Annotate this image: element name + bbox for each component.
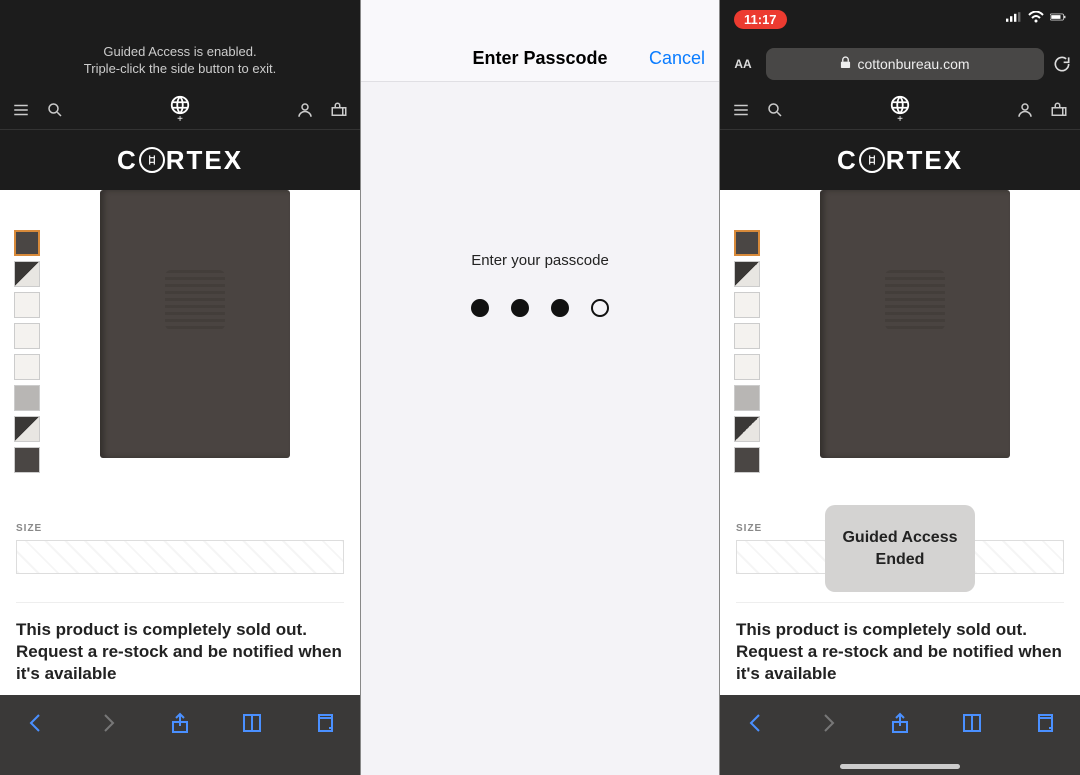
passcode-dots	[471, 299, 609, 317]
product-image-notebook[interactable]	[820, 190, 1010, 458]
safari-toolbar	[0, 695, 360, 775]
share-icon[interactable]	[168, 711, 192, 735]
thumbnail-5[interactable]	[14, 354, 40, 380]
brain-circle-icon	[139, 147, 165, 173]
passcode-dot-1	[471, 299, 489, 317]
lock-icon	[840, 56, 851, 72]
banner-line1: Guided Access is enabled.	[103, 44, 256, 61]
recording-time-pill[interactable]: 11:17	[734, 10, 787, 29]
passcode-dot-3	[551, 299, 569, 317]
product-image-notebook[interactable]	[100, 190, 290, 458]
cart-icon[interactable]	[1050, 101, 1068, 119]
account-icon[interactable]	[296, 101, 314, 119]
site-nav-bar: +	[720, 90, 1080, 130]
section-divider	[736, 602, 1064, 603]
thumbnail-8[interactable]	[734, 447, 760, 473]
thumbnail-2[interactable]	[734, 261, 760, 287]
account-icon[interactable]	[1016, 101, 1034, 119]
site-nav-bar: +	[0, 90, 360, 130]
thumbnail-1[interactable]	[14, 230, 40, 256]
plus-icon: +	[897, 114, 903, 125]
size-section-label: SIZE	[0, 523, 360, 534]
banner-line2: Triple-click the side button to exit.	[84, 61, 276, 78]
thumbnail-7[interactable]	[734, 416, 760, 442]
url-domain-text: cottonbureau.com	[857, 56, 969, 72]
thumbnail-8[interactable]	[14, 447, 40, 473]
search-icon[interactable]	[766, 101, 784, 119]
reload-icon[interactable]	[1052, 54, 1072, 74]
text-settings-button[interactable]: AA	[728, 57, 758, 71]
share-icon[interactable]	[888, 711, 912, 735]
cancel-button[interactable]: Cancel	[649, 48, 705, 69]
back-icon[interactable]	[24, 711, 48, 735]
plus-icon: +	[177, 114, 183, 125]
thumbnail-4[interactable]	[14, 323, 40, 349]
hamburger-icon[interactable]	[732, 101, 750, 119]
ios-status-bar: 11:17	[720, 0, 1080, 38]
thumbnail-6[interactable]	[734, 385, 760, 411]
back-icon[interactable]	[744, 711, 768, 735]
hamburger-icon[interactable]	[12, 101, 30, 119]
cottonbureau-logo[interactable]: +	[169, 94, 191, 125]
passcode-title: Enter Passcode	[472, 48, 607, 69]
thumbnail-7[interactable]	[14, 416, 40, 442]
section-divider	[16, 602, 344, 603]
product-thumbnails	[734, 190, 764, 473]
battery-icon	[1050, 10, 1066, 28]
size-selector[interactable]	[16, 540, 344, 574]
cortex-brand-logo[interactable]: C RTEX	[117, 145, 243, 176]
passcode-prompt: Enter your passcode	[471, 252, 609, 269]
passcode-dot-2	[511, 299, 529, 317]
thumbnail-3[interactable]	[734, 292, 760, 318]
cellular-icon	[1006, 10, 1022, 28]
thumbnail-3[interactable]	[14, 292, 40, 318]
thumbnail-5[interactable]	[734, 354, 760, 380]
bookmarks-icon[interactable]	[960, 711, 984, 735]
guided-access-ended-toast: Guided Access Ended	[825, 505, 975, 592]
brain-circle-icon	[859, 147, 885, 173]
passcode-dot-4	[591, 299, 609, 317]
toast-line2: Ended	[835, 549, 965, 571]
thumbnail-2[interactable]	[14, 261, 40, 287]
wifi-icon	[1028, 10, 1044, 28]
tabs-icon[interactable]	[312, 711, 336, 735]
home-indicator[interactable]	[840, 764, 960, 769]
product-thumbnails	[14, 190, 44, 473]
sold-out-message: This product is completely sold out. Req…	[720, 619, 1080, 685]
thumbnail-6[interactable]	[14, 385, 40, 411]
guided-access-banner: Guided Access is enabled. Triple-click t…	[0, 0, 360, 90]
forward-icon[interactable]	[816, 711, 840, 735]
forward-icon[interactable]	[96, 711, 120, 735]
bookmarks-icon[interactable]	[240, 711, 264, 735]
safari-toolbar	[720, 695, 1080, 775]
toast-line1: Guided Access	[835, 527, 965, 549]
url-field[interactable]: cottonbureau.com	[766, 48, 1044, 80]
tabs-icon[interactable]	[1032, 711, 1056, 735]
cortex-brand-logo[interactable]: C RTEX	[837, 145, 963, 176]
cottonbureau-logo[interactable]: +	[889, 94, 911, 125]
search-icon[interactable]	[46, 101, 64, 119]
sold-out-message: This product is completely sold out. Req…	[0, 619, 360, 685]
safari-url-bar: AA cottonbureau.com	[720, 38, 1080, 90]
thumbnail-1[interactable]	[734, 230, 760, 256]
thumbnail-4[interactable]	[734, 323, 760, 349]
cart-icon[interactable]	[330, 101, 348, 119]
passcode-header: Enter Passcode Cancel	[361, 0, 719, 82]
